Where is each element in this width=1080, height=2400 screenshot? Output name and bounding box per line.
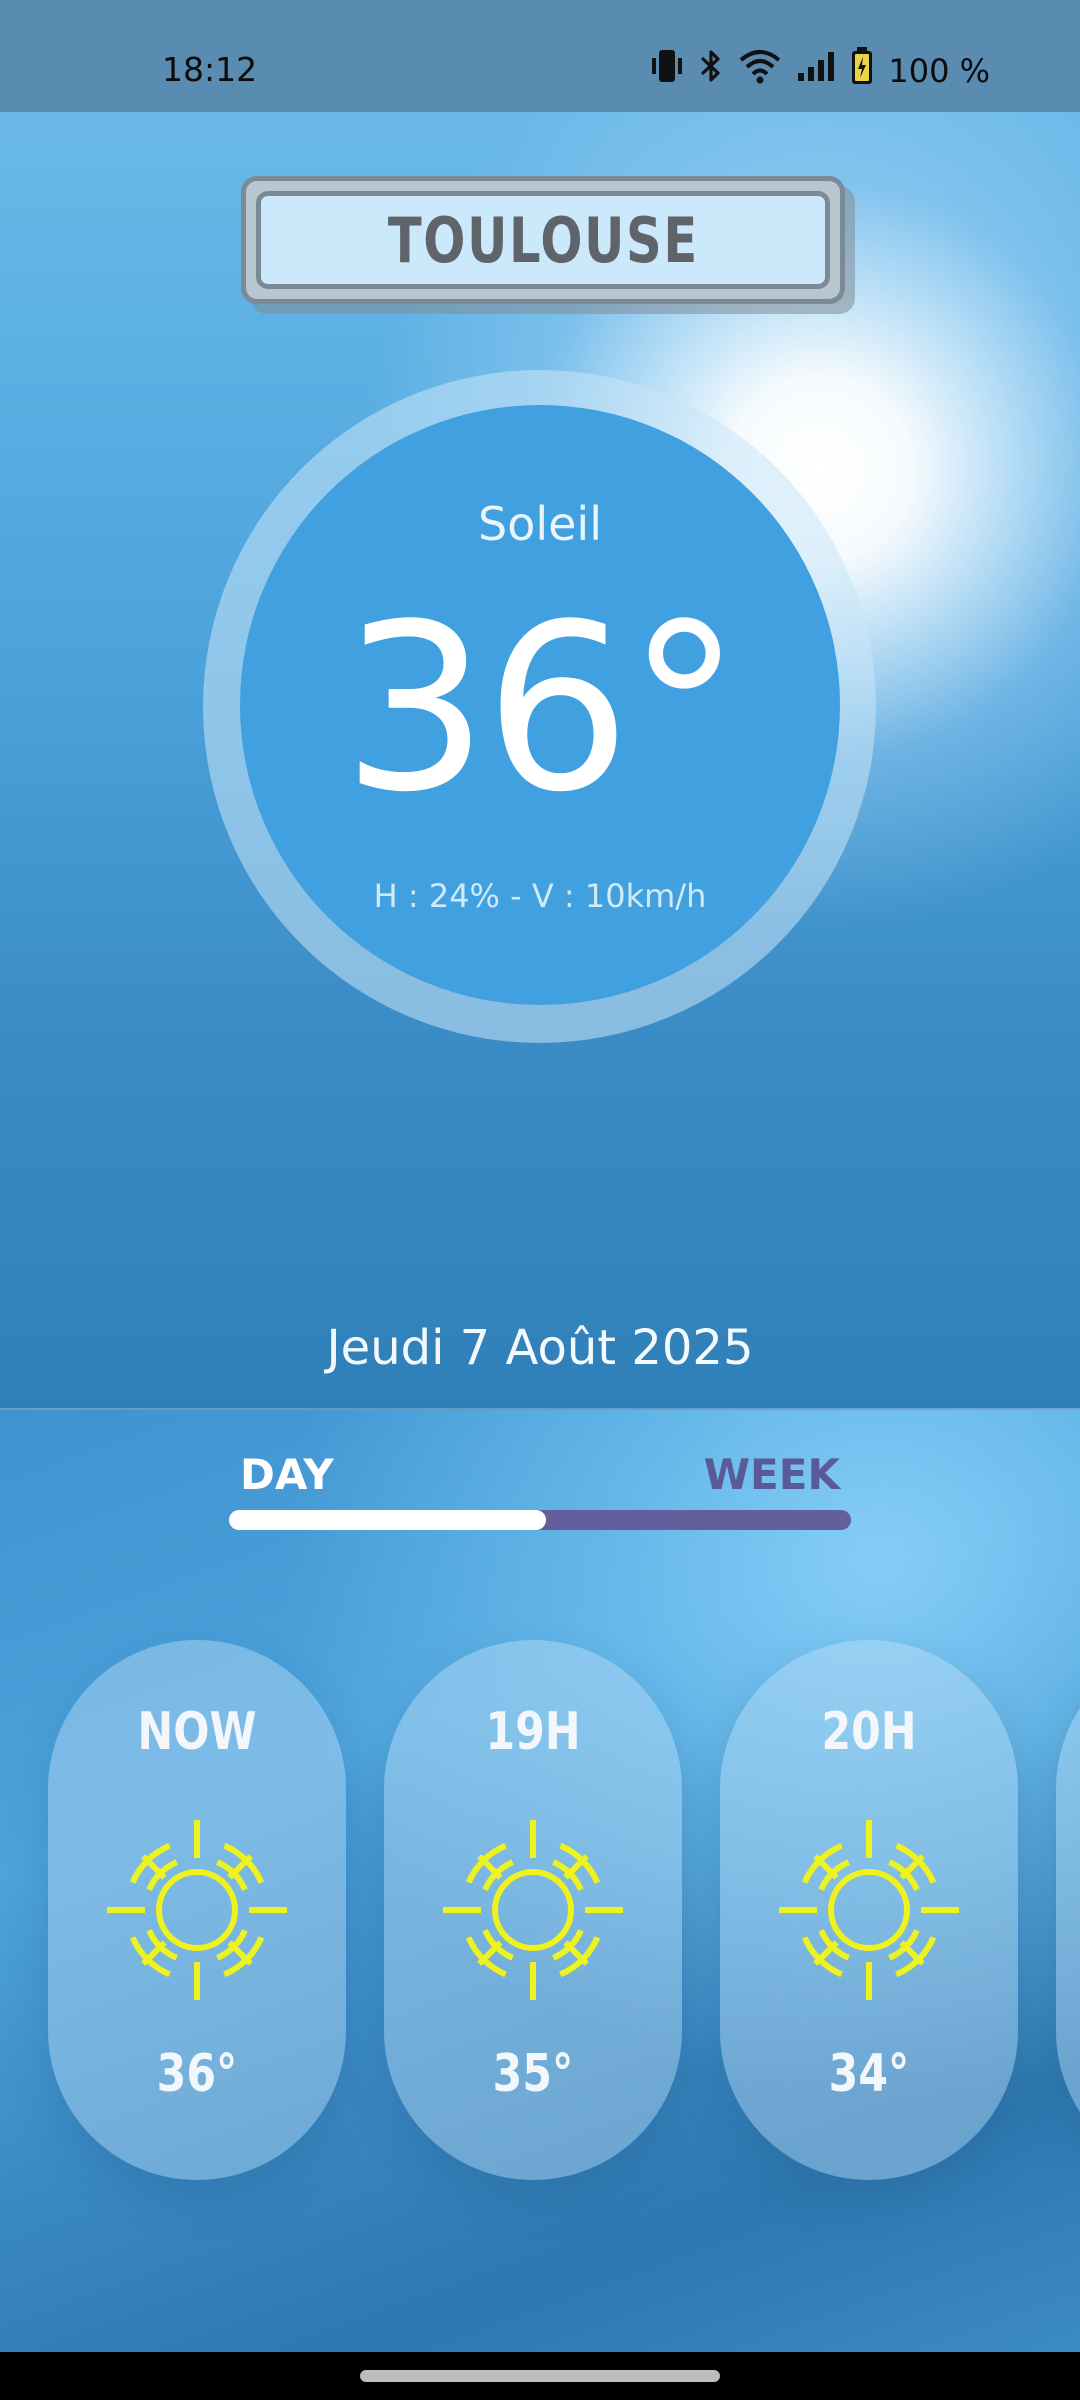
home-gesture-handle[interactable] [360,2370,720,2382]
sun-icon [441,1818,625,2002]
hourly-forecast-list[interactable]: NOW 36° 19H 35° 20H 34° [0,1640,1080,2200]
sun-icon [777,1818,961,2002]
battery-charging-icon [850,46,874,95]
tab-indicator-fill [229,1510,547,1530]
current-weather-disc: Soleil 36° H : 24% - V : 10km/h [240,405,840,1005]
wifi-icon [738,47,782,94]
forecast-time: NOW [137,1702,257,1762]
forecast-panel: DAY WEEK NOW 36° 19H 35° 20H 34° [0,1408,1080,2352]
status-icons: 100 % [650,46,990,95]
status-time: 18:12 [162,50,258,89]
status-bar: 18:12 100 % [0,0,1080,112]
sun-icon [105,1818,289,2002]
humidity-wind-details: H : 24% - V : 10km/h [373,877,707,915]
forecast-time: 20H [821,1702,917,1762]
city-name: TOULOUSE [387,203,699,277]
forecast-time: 19H [485,1702,581,1762]
app-screen: 18:12 100 % TOULOUSE Soleil 36° H: 24% … [0,0,1080,2352]
bluetooth-icon [698,47,724,94]
city-card-inner: TOULOUSE [256,191,830,289]
forecast-card-20h[interactable]: 20H 34° [720,1640,1018,2180]
signal-icon [796,47,836,94]
forecast-card-next[interactable] [1056,1640,1080,2180]
navigation-bar [0,2352,1080,2400]
battery-level: 100 % [888,51,990,90]
forecast-temp: 36° [156,2044,238,2104]
forecast-temp: 35° [492,2044,574,2104]
vibrate-icon [650,47,684,94]
city-card[interactable]: TOULOUSE [241,176,845,304]
current-temperature: 36° [342,576,742,843]
forecast-temp: 34° [828,2044,910,2104]
tab-indicator-track[interactable] [229,1510,851,1530]
weather-condition: Soleil [478,497,602,551]
tab-week[interactable]: WEEK [704,1450,840,1499]
tab-day[interactable]: DAY [240,1450,334,1499]
current-date: Jeudi 7 Août 2025 [326,1320,754,1376]
forecast-card-now[interactable]: NOW 36° [48,1640,346,2180]
forecast-card-19h[interactable]: 19H 35° [384,1640,682,2180]
